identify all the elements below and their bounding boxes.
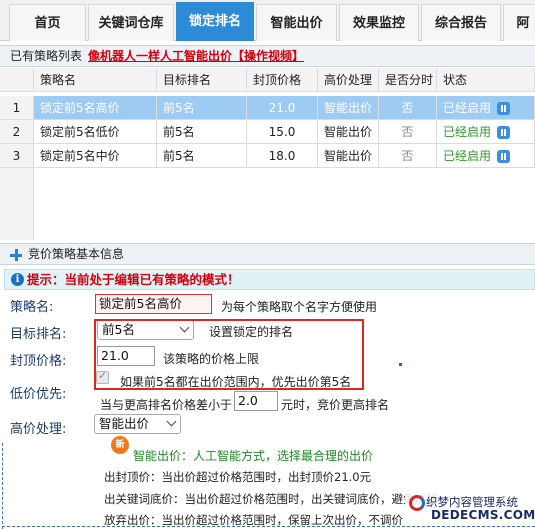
- cap-price-label: 封顶价格:: [10, 354, 67, 369]
- row-rank: 前5名: [157, 144, 247, 168]
- row-status: 已经启用: [437, 144, 535, 168]
- header-name[interactable]: 策略名: [34, 68, 157, 92]
- strategy-name-input[interactable]: 锁定前5名高价: [95, 294, 212, 314]
- chevron-down-icon: [166, 416, 177, 427]
- cap-price-description: 出封顶价：当出价超过价格范围时，出封顶价21.0元: [104, 470, 372, 484]
- high-price-label: 高价处理:: [10, 422, 67, 437]
- status-text: 已经启用: [443, 101, 492, 115]
- row-name: 锁定前5名高价: [34, 96, 157, 120]
- table-row[interactable]: 1 锁定前5名高价 前5名 21.0 智能出价 否 已经启用: [0, 96, 535, 120]
- watermark-domain: DEDECMS.COM: [431, 508, 535, 522]
- status-text: 已经启用: [443, 125, 492, 139]
- row-rank: 前5名: [157, 120, 247, 144]
- dashed-border-bottom: [2, 526, 535, 527]
- red-dot: [399, 363, 402, 366]
- header-cap[interactable]: 封顶价格: [247, 68, 318, 92]
- tab-home[interactable]: 首页: [9, 4, 86, 41]
- pause-icon[interactable]: [497, 150, 511, 163]
- pause-icon[interactable]: [497, 126, 511, 139]
- header-status[interactable]: 状态: [437, 68, 535, 92]
- row-index: 1: [0, 96, 34, 120]
- tab-smart-bid[interactable]: 智能出价: [256, 4, 337, 41]
- pause-icon[interactable]: [497, 102, 511, 115]
- keyword-floor-description: 出关键词底价：当出价超过价格范围时，出关键词底价，避免烧钱: [104, 492, 438, 506]
- header-rank[interactable]: 目标排名: [157, 68, 247, 92]
- dashed-border-left: [2, 443, 3, 529]
- header-high[interactable]: 高价处理: [318, 68, 379, 92]
- strategy-name-help: 为每个策略取个名字方便使用: [221, 300, 378, 314]
- row-status: 已经启用: [437, 120, 535, 144]
- form-panel-title: 竞价策略基本信息: [28, 247, 125, 261]
- low-price-input[interactable]: 2.0: [234, 391, 278, 411]
- watermark-logo-icon: [409, 495, 425, 511]
- tab-more[interactable]: 阿: [503, 4, 535, 41]
- highlight-box: [94, 319, 364, 390]
- header-timeshare[interactable]: 是否分时: [379, 68, 437, 92]
- top-tab-bar: 首页 关键词仓库 锁定排名 智能出价 效果监控 综合报告 阿: [0, 0, 535, 41]
- hint-text: 提示：当前处于编辑已有策略的模式！: [27, 272, 240, 287]
- table-row[interactable]: 2 锁定前5名低价 前5名 15.0 智能出价 否 已经启用: [0, 120, 535, 144]
- form-panel-header: 竞价策略基本信息: [0, 243, 535, 265]
- header-index: [0, 68, 34, 92]
- row-timeshare: 否: [379, 144, 437, 168]
- low-price-label: 低价优先:: [10, 387, 67, 402]
- tab-report[interactable]: 综合报告: [421, 4, 501, 41]
- tab-lock-rank[interactable]: 锁定排名: [176, 2, 254, 41]
- low-price-text-post: 元时，竞价更高排名: [281, 398, 390, 412]
- strategy-name-label: 策略名:: [10, 300, 54, 315]
- strategy-list-title: 已有策略列表: [10, 49, 83, 63]
- row-timeshare: 否: [379, 96, 437, 120]
- row-rank: 前5名: [157, 96, 247, 120]
- row-index: 3: [0, 144, 34, 168]
- row-cap: 18.0: [247, 144, 318, 168]
- strategy-list-header: 已有策略列表 像机器人一样人工智能出价【操作视频】: [0, 45, 535, 67]
- row-name: 锁定前5名低价: [34, 120, 157, 144]
- video-link[interactable]: 像机器人一样人工智能出价【操作视频】: [88, 49, 304, 63]
- row-cap: 15.0: [247, 120, 318, 144]
- row-high: 智能出价: [318, 120, 379, 144]
- new-badge: 新: [111, 436, 129, 454]
- row-high: 智能出价: [318, 144, 379, 168]
- row-index: 2: [0, 120, 34, 144]
- table-header-row: 策略名 目标排名 封顶价格 高价处理 是否分时 状态: [0, 68, 535, 92]
- row-name: 锁定前5名中价: [34, 144, 157, 168]
- high-price-value: 智能出价: [99, 416, 150, 431]
- plus-icon: [10, 249, 22, 261]
- status-text: 已经启用: [443, 149, 492, 163]
- edit-mode-hint: i 提示：当前处于编辑已有策略的模式！: [4, 269, 535, 290]
- row-status: 已经启用: [437, 96, 535, 120]
- info-icon: i: [11, 273, 24, 286]
- smart-bid-description: 智能出价：人工智能方式，选择最合理的出价: [133, 449, 374, 463]
- empty-index-column: [0, 168, 34, 240]
- row-high: 智能出价: [318, 96, 379, 120]
- row-timeshare: 否: [379, 120, 437, 144]
- high-price-select[interactable]: 智能出价: [94, 414, 181, 434]
- tab-effect-monitor[interactable]: 效果监控: [339, 4, 419, 41]
- target-rank-label: 目标排名:: [10, 327, 67, 342]
- low-price-text-pre: 当与更高排名价格差小于: [100, 398, 233, 412]
- table-row[interactable]: 3 锁定前5名中价 前5名 18.0 智能出价 否 已经启用: [0, 144, 535, 168]
- tab-keyword-warehouse[interactable]: 关键词仓库: [88, 4, 174, 41]
- row-cap: 21.0: [247, 96, 318, 120]
